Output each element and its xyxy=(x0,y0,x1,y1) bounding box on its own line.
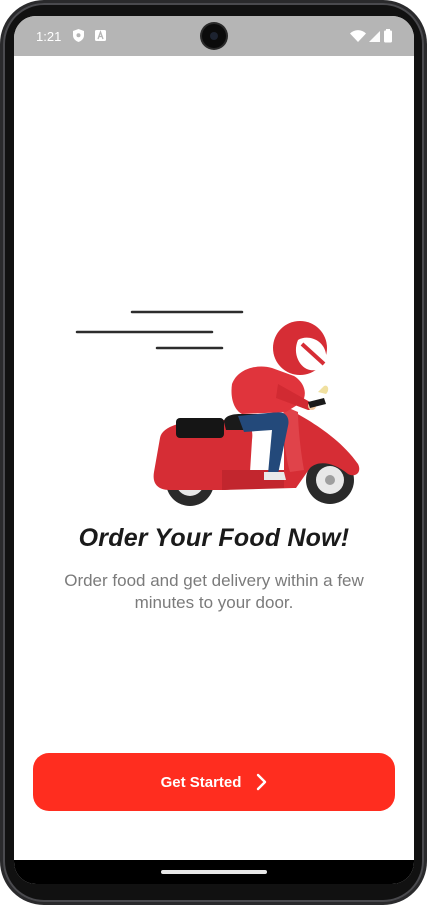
shield-icon xyxy=(73,29,84,42)
home-indicator[interactable] xyxy=(161,870,267,874)
chevron-right-icon xyxy=(257,773,267,791)
delivery-box xyxy=(176,418,224,438)
status-bar: 1:21 xyxy=(14,16,414,56)
status-time: 1:21 xyxy=(36,29,62,44)
onboarding-subtitle: Order food and get delivery within a few… xyxy=(64,571,364,612)
battery-icon xyxy=(384,29,392,43)
rider-shoe xyxy=(264,472,286,480)
front-camera xyxy=(202,24,226,48)
status-right-icons xyxy=(350,29,392,43)
a-badge-icon xyxy=(95,30,106,41)
mirror xyxy=(318,385,329,394)
speed-lines xyxy=(75,310,244,350)
navigation-bar xyxy=(14,860,414,884)
onboarding-title: Order Your Food Now! xyxy=(78,524,350,552)
wifi-icon xyxy=(350,30,366,42)
delivery-scooter-illustration xyxy=(75,310,360,506)
signal-icon xyxy=(369,31,380,42)
get-started-button[interactable]: Get Started xyxy=(33,753,395,811)
helmet xyxy=(273,321,327,375)
get-started-label: Get Started xyxy=(160,773,242,791)
screen: 1:21 Order Your Food Now! Order food and… xyxy=(14,16,414,884)
handlebar xyxy=(308,398,326,408)
device-frame: 1:21 Order Your Food Now! Order food and… xyxy=(0,0,427,905)
